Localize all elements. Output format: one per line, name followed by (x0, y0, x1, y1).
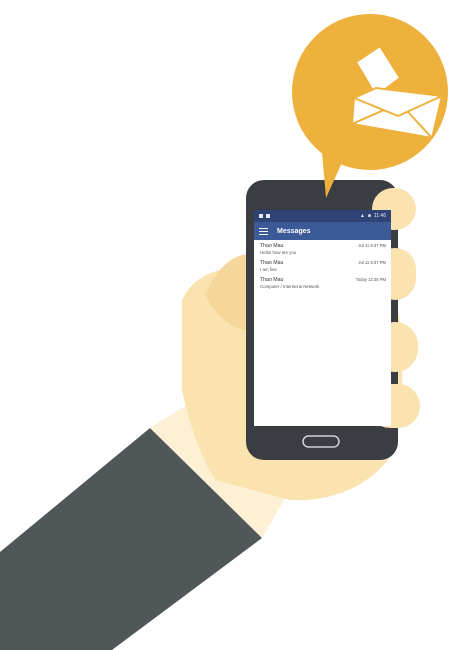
menu-icon[interactable] (259, 227, 268, 235)
message-time: Jul 11 8:37 PM (358, 243, 386, 248)
message-item[interactable]: Thao Mau Computer / Internet & Network T… (254, 274, 391, 291)
app-title: Messages (277, 227, 311, 235)
message-preview: Computer / Internet & Network (260, 284, 320, 289)
message-preview: I am fine (260, 267, 277, 272)
notification-icon (259, 214, 263, 218)
message-time: Jul 11 8:37 PM (358, 260, 386, 265)
battery-icon: ■ (367, 213, 371, 219)
message-item[interactable]: Thao Mau I am fine Jul 11 8:37 PM (254, 257, 391, 274)
status-time: 11:46 (373, 213, 386, 219)
app-icon (266, 214, 270, 218)
illustration (0, 14, 448, 650)
message-time: Today 12:36 PM (355, 277, 386, 282)
message-item[interactable]: Thao Mau Hello! how are you Jul 11 8:37 … (254, 240, 391, 257)
signal-icon: ▲ (359, 213, 365, 219)
home-button[interactable] (302, 435, 340, 448)
status-bar: ▲ ■ 11:46 (254, 210, 391, 222)
phone-screen: ▲ ■ 11:46 Messages Thao Mau Hello! how a… (254, 210, 391, 426)
message-preview: Hello! how are you (260, 250, 297, 255)
app-bar: Messages (254, 222, 391, 240)
